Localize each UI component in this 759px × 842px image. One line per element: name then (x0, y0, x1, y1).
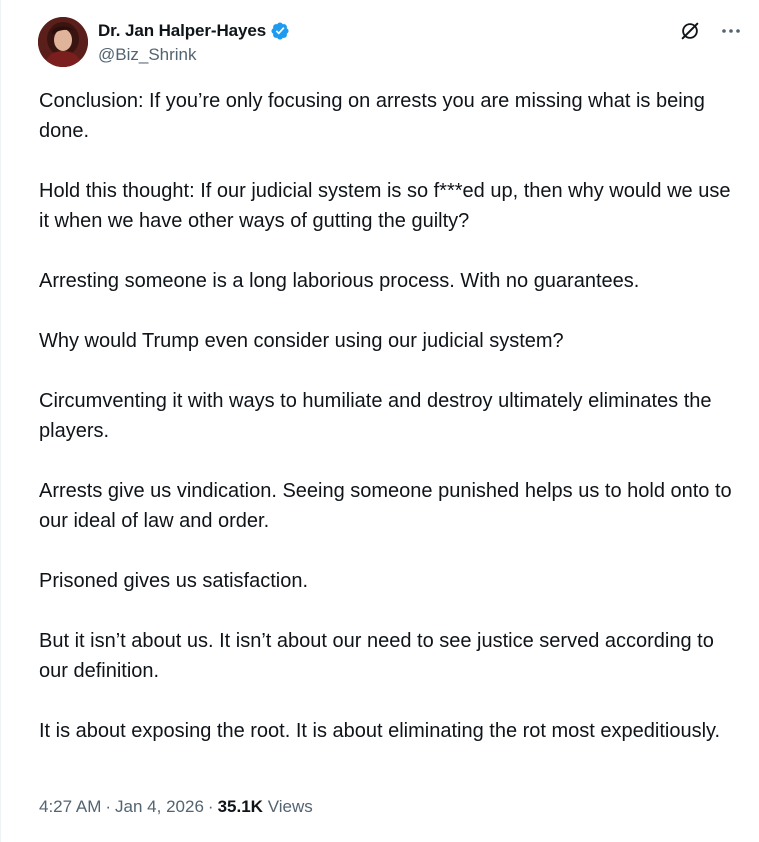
views-group[interactable]: 35.1K Views (218, 797, 313, 816)
tweet-meta: 4:27 AM · Jan 4, 2026 · 35.1K Views (39, 797, 313, 817)
tweet-paragraph: Prisoned gives us satisfaction. (39, 570, 309, 592)
tweet-paragraph: It is about exposing the root. It is abo… (39, 720, 721, 742)
tweet-time-link[interactable]: 4:27 AM · Jan 4, 2026 (39, 797, 204, 816)
display-name[interactable]: Dr. Jan Halper-Hayes (98, 21, 266, 41)
views-count: 35.1K (217, 797, 263, 816)
tweet-paragraph: Why would Trump even consider using our … (39, 330, 564, 352)
tweet-time: 4:27 AM (39, 797, 102, 816)
tweet-card: Dr. Jan Halper-Hayes @Biz_Shrink Conclus… (0, 0, 759, 842)
verified-badge-icon[interactable] (270, 21, 290, 41)
tweet-paragraph: Hold this thought: If our judicial syste… (39, 180, 737, 232)
avatar[interactable] (38, 17, 88, 67)
tweet-text: Conclusion: If you’re only focusing on a… (39, 86, 739, 746)
views-label: Views (267, 797, 313, 816)
tweet-paragraph: Arresting someone is a long laborious pr… (39, 270, 640, 292)
tweet-date: Jan 4, 2026 (115, 797, 204, 816)
tweet-paragraph: Circumventing it with ways to humiliate … (39, 390, 718, 442)
tweet-paragraph: Conclusion: If you’re only focusing on a… (39, 90, 711, 142)
author-names: Dr. Jan Halper-Hayes @Biz_Shrink (98, 20, 290, 65)
more-horizontal-icon[interactable] (719, 19, 743, 43)
avatar-image (38, 17, 88, 67)
meta-separator: · (207, 797, 214, 816)
tweet-header: Dr. Jan Halper-Hayes @Biz_Shrink (38, 17, 747, 69)
tweet-paragraph: But it isn’t about us. It isn’t about ou… (39, 630, 720, 682)
name-row: Dr. Jan Halper-Hayes (98, 20, 290, 42)
author-handle[interactable]: @Biz_Shrink (98, 45, 290, 65)
meta-separator: · (105, 797, 112, 816)
grok-slash-icon[interactable] (679, 20, 701, 42)
tweet-paragraph: Arrests give us vindication. Seeing some… (39, 480, 738, 532)
